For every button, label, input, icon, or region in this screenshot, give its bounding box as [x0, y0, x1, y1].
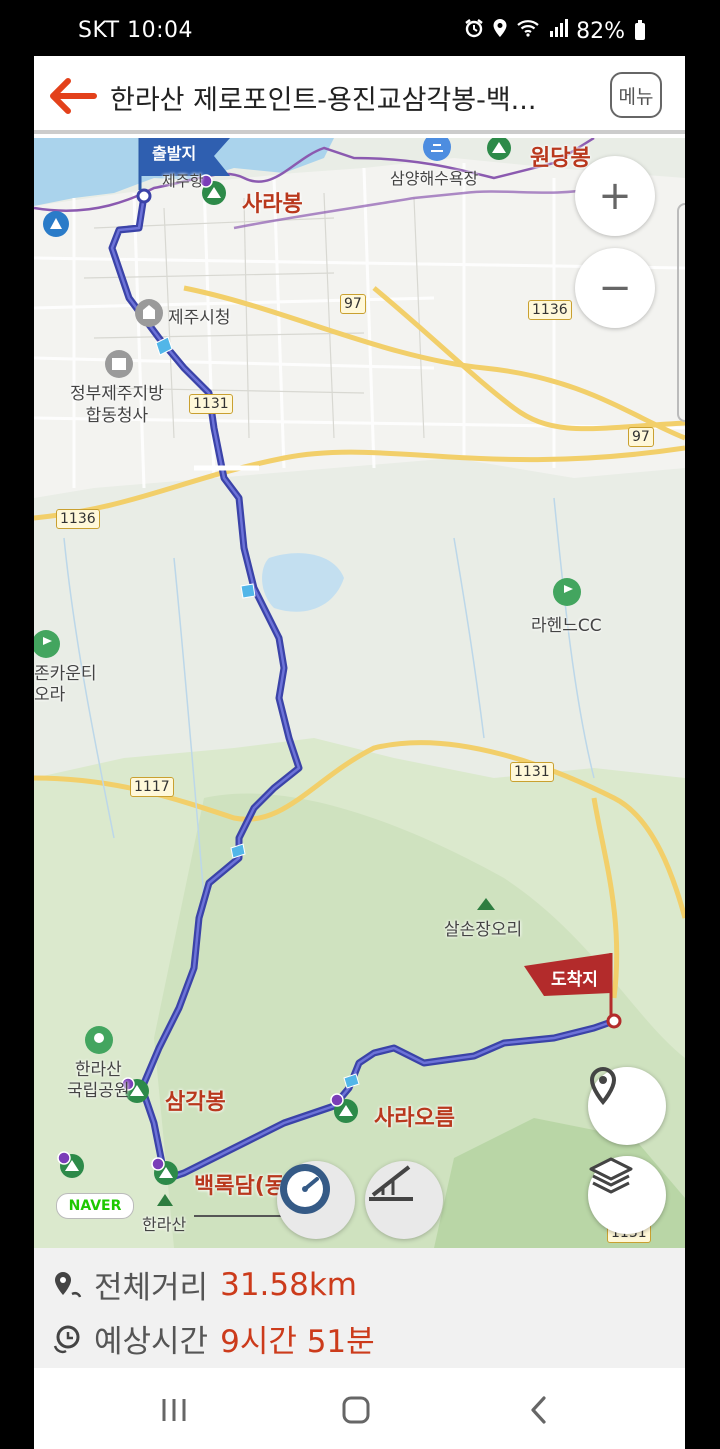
route-map[interactable]: 출발지 제주항 사라봉 원당봉 삼양해수욕장 제주시청 정부제주지방 합동청사 … — [34, 138, 685, 1248]
place-label-hallasan: 한라산 — [142, 1215, 187, 1234]
carrier-label: SKT — [78, 18, 120, 43]
estimated-time-icon — [52, 1324, 82, 1354]
naver-logo: NAVER — [56, 1193, 134, 1219]
back-arrow-icon[interactable] — [46, 76, 98, 116]
app-header: 한라산 제로포인트-용진교삼각봉-백... 메뉴 — [34, 56, 685, 134]
time-label: 예상시간 — [94, 1324, 209, 1360]
place-label-lahen-cc: 라헨느CC — [531, 616, 602, 636]
recent-apps-icon[interactable] — [144, 1390, 204, 1430]
road-number: 1131 — [510, 762, 554, 782]
system-nav-bar — [34, 1368, 685, 1449]
place-label-jeju-city-hall: 제주시청 — [168, 308, 231, 328]
app-screen: SKT 10:04 82% 한라산 제로포인트-용진교삼각봉-백... 메뉴 출… — [34, 0, 685, 1449]
peak-label-saraoreum: 사라오름 — [374, 1106, 455, 1131]
place-label-samyang-beach: 삼양해수욕장 — [390, 169, 479, 188]
place-label-salsonjang: 살손장오리 — [444, 920, 523, 940]
time-value: 9시간 51분 — [220, 1324, 375, 1360]
road-number: 97 — [628, 427, 654, 447]
battery-percent: 82% — [576, 18, 625, 44]
battery-icon — [635, 19, 645, 40]
alarm-icon — [464, 18, 484, 44]
road-number: 97 — [340, 294, 366, 314]
back-icon[interactable] — [509, 1390, 569, 1430]
peak-label-sarabong: 사라봉 — [242, 192, 303, 217]
start-flag-label: 출발지 — [152, 144, 197, 163]
route-distance-icon — [52, 1270, 82, 1300]
my-location-button[interactable] — [588, 1067, 666, 1145]
road-number: 1117 — [130, 777, 174, 797]
menu-button[interactable]: 메뉴 — [610, 72, 662, 118]
route-info-panel: 전체거리 31.58km 예상시간 9시간 51분 — [34, 1248, 685, 1368]
peak-label-baengnokdam: 백록담(동 — [194, 1174, 286, 1199]
signal-icon — [548, 18, 569, 44]
distance-label: 전체거리 — [94, 1270, 209, 1306]
road-number: 1136 — [528, 300, 572, 320]
clock: 10:04 — [127, 18, 194, 43]
peak-label-wondangbong: 원당봉 — [530, 146, 591, 171]
peak-label-samgakbong: 삼각봉 — [165, 1090, 226, 1115]
elevation-button[interactable] — [365, 1161, 443, 1239]
side-scroll-handle[interactable] — [677, 203, 685, 422]
zoom-in-button[interactable]: + — [575, 156, 655, 236]
route-title: 한라산 제로포인트-용진교삼각봉-백... — [110, 85, 537, 116]
home-icon[interactable] — [326, 1390, 386, 1430]
time-row: 예상시간 9시간 51분 — [52, 1316, 375, 1361]
place-label-hallasan-park: 한라산 국립공원 — [67, 1060, 130, 1101]
place-label-country-club: 존카운티 오라 — [34, 664, 97, 705]
end-flag-label: 도착지 — [551, 970, 598, 990]
road-number: 1136 — [56, 509, 100, 529]
location-icon — [492, 18, 508, 44]
status-bar: SKT 10:04 82% — [34, 0, 685, 56]
zoom-out-button[interactable]: − — [575, 248, 655, 328]
distance-row: 전체거리 31.58km — [52, 1262, 357, 1307]
map-layers-button[interactable] — [588, 1156, 666, 1234]
wifi-icon — [516, 18, 540, 44]
place-label-gov-complex: 정부제주지방 합동청사 — [70, 384, 164, 426]
distance-value: 31.58km — [220, 1266, 357, 1303]
road-number: 1131 — [189, 394, 233, 414]
place-label-jeju-port: 제주항 — [162, 172, 204, 190]
speed-settings-button[interactable] — [277, 1161, 355, 1239]
